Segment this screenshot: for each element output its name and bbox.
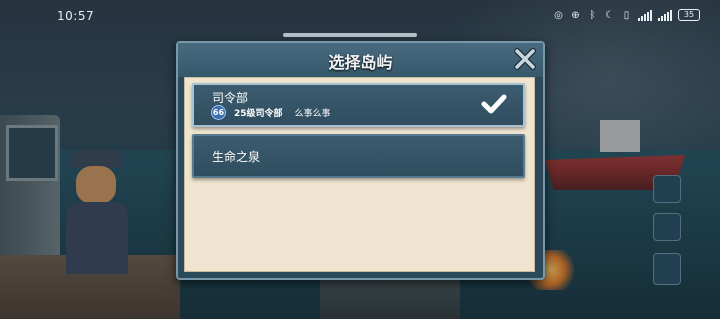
status-icons: ◎ ⊕ ᛒ ☾ ▯ 35 — [553, 9, 700, 21]
island-name: 司令部 — [212, 91, 249, 105]
island-name: 生命之泉 — [212, 150, 261, 164]
dialog-header: 选择岛屿 — [178, 43, 543, 77]
signal-icon — [638, 9, 652, 21]
island-item-fountain-of-life[interactable]: 生命之泉 — [192, 134, 525, 178]
island-list: 司令部 66 25级司令部 么事么事 生命之泉 — [184, 77, 535, 272]
notch-bar — [283, 33, 417, 37]
bluetooth-icon: ᛒ — [589, 9, 596, 21]
level-badge: 66 — [211, 105, 226, 120]
hq-level-label: 25级司令部 — [234, 109, 283, 119]
checkmark-icon — [481, 94, 507, 114]
status-bar: 10:57 ◎ ⊕ ᛒ ☾ ▯ 35 — [0, 0, 720, 34]
hotspot-icon: ⊕ — [571, 9, 580, 21]
battery-icon: 35 — [678, 9, 700, 21]
island-owner: 么事么事 — [294, 109, 331, 119]
signal-icon — [658, 9, 672, 21]
island-details: 66 25级司令部 么事么事 — [211, 105, 331, 120]
close-icon[interactable] — [513, 47, 537, 71]
clock: 10:57 — [57, 9, 95, 23]
dialog-title: 选择岛屿 — [328, 53, 393, 72]
nfc-icon: ◎ — [554, 9, 563, 21]
island-item-hq[interactable]: 司令部 66 25级司令部 么事么事 — [192, 83, 525, 127]
select-island-dialog: 选择岛屿 司令部 66 25级司令部 么事么事 生命之泉 — [176, 41, 545, 280]
moon-icon: ☾ — [605, 9, 614, 21]
vibrate-icon: ▯ — [623, 9, 630, 21]
